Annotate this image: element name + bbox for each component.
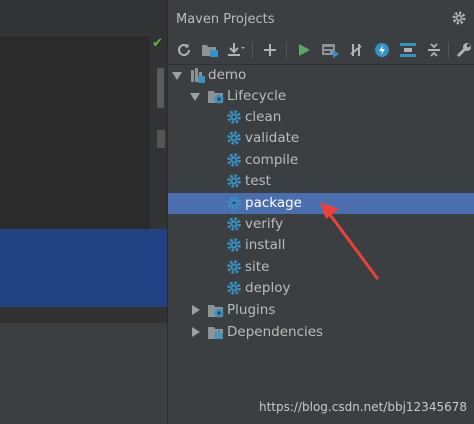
- lifecycle-phase-compile[interactable]: compile: [168, 150, 474, 171]
- gear-icon: [226, 109, 242, 125]
- add-icon[interactable]: [260, 40, 280, 60]
- inspection-ok-icon: ✔: [152, 36, 163, 51]
- lifecycle-phase-package[interactable]: package: [168, 192, 474, 214]
- toolbar-separator: [448, 42, 449, 58]
- lifecycle-phase-verify[interactable]: verify: [168, 214, 474, 235]
- panel-title: Maven Projects: [176, 12, 275, 27]
- tree-node-project[interactable]: demo: [168, 65, 474, 86]
- plugins-folder-icon: [208, 302, 224, 318]
- run-icon[interactable]: [294, 40, 314, 60]
- panel-settings-gear-icon[interactable]: [451, 10, 467, 30]
- gear-icon: [226, 216, 242, 232]
- tree-node-label: Lifecycle: [227, 88, 287, 104]
- lifecycle-phase-label: package: [245, 194, 302, 211]
- watermark-text: https://blog.csdn.net/bbj12345678: [258, 400, 467, 414]
- show-dependencies-icon[interactable]: [398, 40, 418, 60]
- gear-icon: [226, 173, 242, 189]
- editor-selection-highlight: [0, 229, 167, 307]
- expand-arrow-icon[interactable]: [192, 305, 200, 315]
- settings-wrench-icon[interactable]: [454, 40, 474, 60]
- lifecycle-phase-label: compile: [245, 151, 299, 168]
- expand-arrow-icon[interactable]: [190, 93, 200, 101]
- tree-node-lifecycle[interactable]: Lifecycle: [168, 86, 474, 107]
- editor-scrollbar-thumb[interactable]: [157, 68, 164, 108]
- toolbar-separator: [252, 42, 253, 58]
- lifecycle-phase-label: deploy: [245, 280, 291, 297]
- tree-node-label: Plugins: [227, 302, 276, 318]
- expand-arrow-icon[interactable]: [172, 72, 182, 80]
- maven-projects-panel: Maven Projects demo Lifecycle clean vali…: [167, 0, 474, 424]
- gear-icon: [226, 195, 242, 211]
- lifecycle-phase-label: verify: [245, 216, 284, 232]
- panel-title-bar: Maven Projects: [168, 0, 474, 36]
- lifecycle-phase-install[interactable]: install: [168, 235, 474, 256]
- gutter-marker: [157, 130, 165, 148]
- lifecycle-phase-label: site: [245, 258, 270, 275]
- lifecycle-phase-label: validate: [245, 130, 300, 147]
- run-configuration-icon[interactable]: [320, 40, 340, 60]
- lifecycle-phase-label: test: [245, 173, 271, 190]
- gear-icon: [226, 280, 242, 296]
- expand-arrow-icon[interactable]: [192, 327, 200, 337]
- gear-icon: [226, 152, 242, 168]
- gear-icon: [226, 237, 242, 253]
- tree-node-dependencies[interactable]: Dependencies: [168, 322, 474, 343]
- skip-tests-icon[interactable]: [372, 40, 392, 60]
- lifecycle-phase-label: clean: [245, 109, 282, 125]
- editor-area[interactable]: ✔: [0, 0, 167, 424]
- toggle-offline-icon[interactable]: [346, 40, 366, 60]
- tree-node-plugins[interactable]: Plugins: [168, 300, 474, 321]
- gear-icon: [226, 259, 242, 275]
- editor-current-line: [0, 307, 167, 322]
- lifecycle-phase-deploy[interactable]: deploy: [168, 278, 474, 299]
- tree-node-label: Dependencies: [227, 324, 324, 340]
- generate-sources-icon[interactable]: [200, 40, 220, 60]
- refresh-icon[interactable]: [174, 40, 194, 60]
- toolbar-separator: [286, 42, 287, 58]
- gear-icon: [226, 130, 242, 146]
- lifecycle-folder-icon: [208, 88, 224, 104]
- tree-node-label: demo: [208, 67, 247, 83]
- download-icon[interactable]: [226, 40, 246, 60]
- dependencies-folder-icon: [208, 324, 224, 340]
- lifecycle-phase-site[interactable]: site: [168, 257, 474, 278]
- collapse-all-icon[interactable]: [424, 40, 444, 60]
- maven-project-icon: [189, 67, 205, 83]
- lifecycle-phase-validate[interactable]: validate: [168, 128, 474, 149]
- lifecycle-phase-test[interactable]: test: [168, 171, 474, 192]
- maven-toolbar: [168, 36, 474, 65]
- lifecycle-phase-clean[interactable]: clean: [168, 107, 474, 128]
- editor-bottom-panel: [0, 322, 167, 424]
- editor-tab-strip: [0, 0, 167, 36]
- lifecycle-phase-label: install: [245, 237, 286, 254]
